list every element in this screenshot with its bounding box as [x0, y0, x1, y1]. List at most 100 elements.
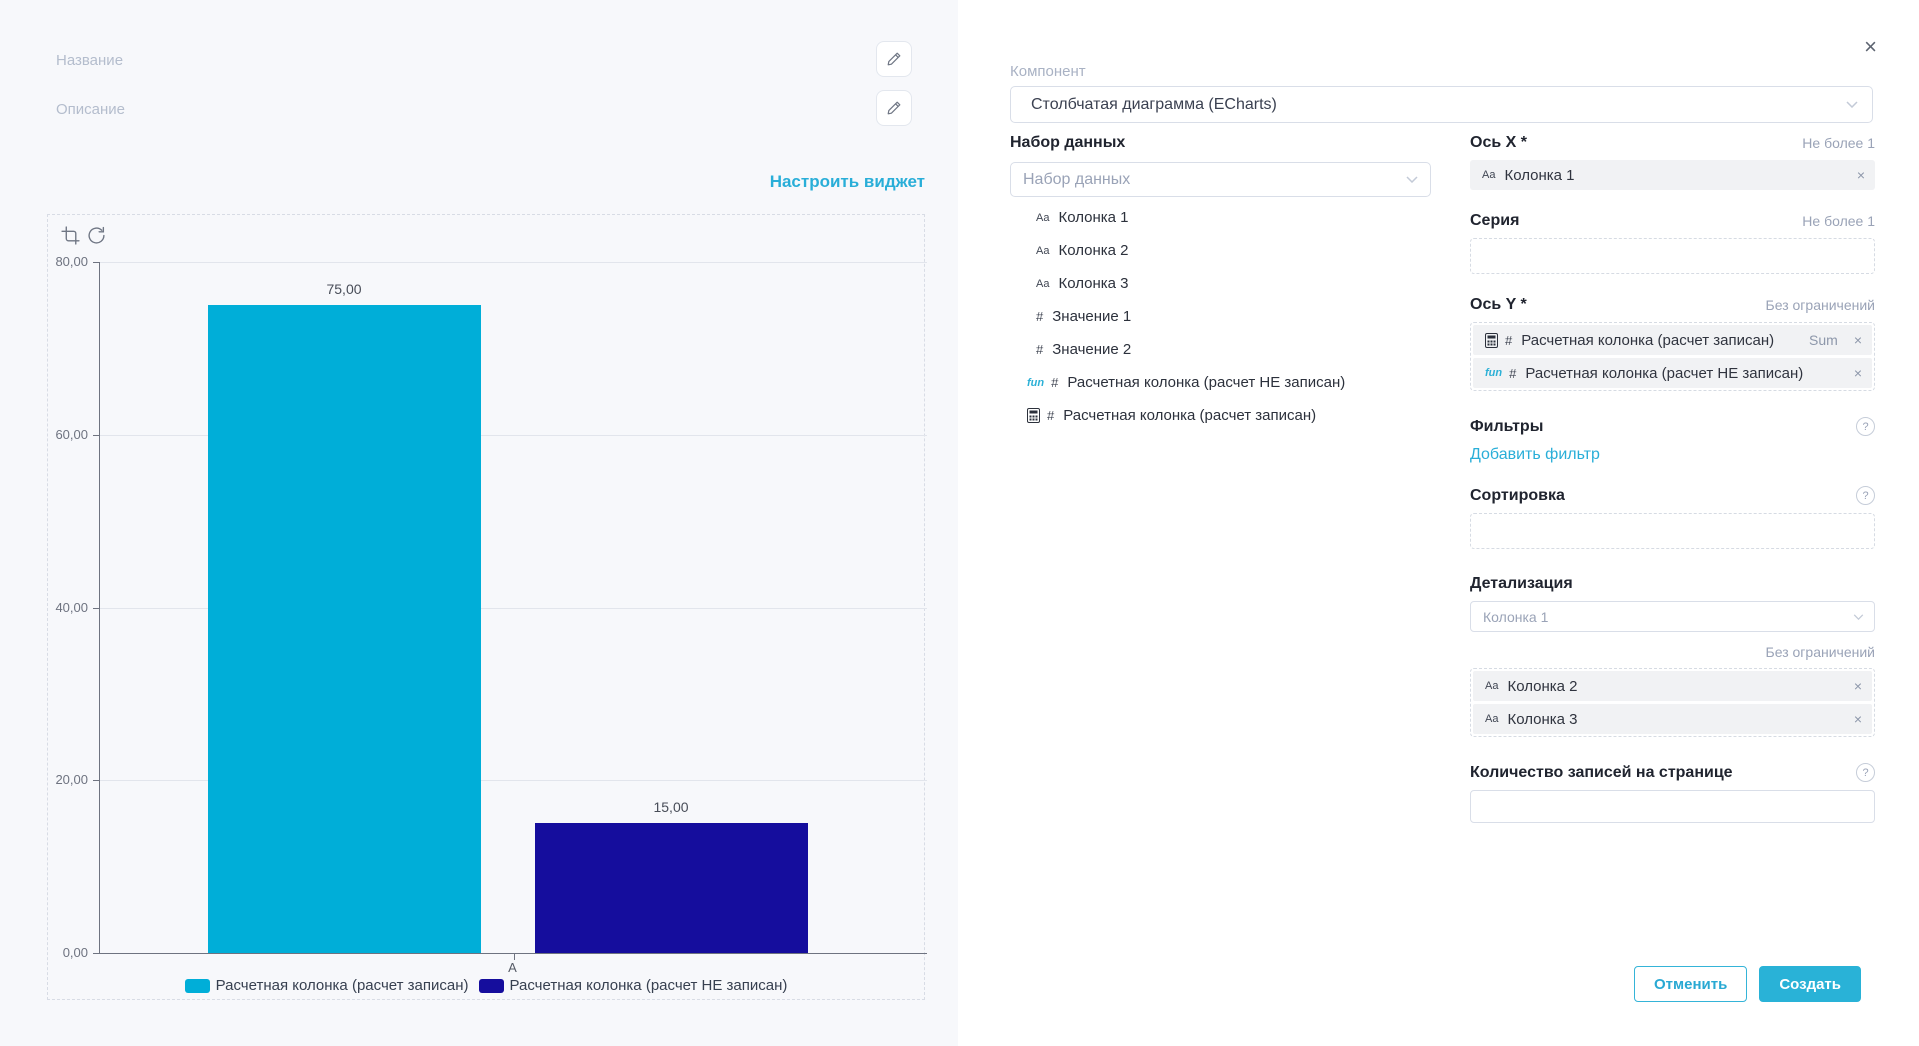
dataset-column-name: Значение 2 [1052, 341, 1131, 358]
y-axis-tick-label: 60,00 [38, 427, 88, 442]
y-axis-tick [93, 608, 99, 609]
aggregation-label[interactable]: Sum [1809, 332, 1838, 348]
formula-icon: fun [1485, 367, 1502, 379]
bar-value-label: 15,00 [653, 799, 688, 815]
component-value: Столбчатая диаграмма (ECharts) [1031, 96, 1277, 114]
configure-widget-link[interactable]: Настроить виджет [770, 172, 925, 192]
x-axis-category-label: A [99, 960, 926, 975]
dataset-column-item[interactable]: AaКолонка 2 [1010, 234, 1431, 267]
number-type-icon: # [1047, 408, 1054, 423]
chip-controls: × [1854, 365, 1862, 381]
remove-icon[interactable]: × [1854, 678, 1862, 694]
dataset-select-placeholder: Набор данных [1023, 171, 1130, 189]
dataset-column-item[interactable]: fun#Расчетная колонка (расчет НЕ записан… [1010, 366, 1431, 399]
remove-icon[interactable]: × [1857, 167, 1865, 183]
help-icon[interactable]: ? [1856, 486, 1875, 505]
dataset-column-item[interactable]: Aa Колонка 3 [1010, 267, 1431, 300]
data-zoom-icon[interactable] [61, 226, 80, 245]
dataset-column-name: Расчетная колонка (расчет НЕ записан) [1067, 374, 1345, 391]
page-size-label: Количество записей на странице [1470, 764, 1733, 782]
help-icon[interactable]: ? [1856, 417, 1875, 436]
bar-value-label: 75,00 [326, 281, 361, 297]
series-input[interactable] [1470, 238, 1875, 274]
text-type-icon: Aa [1036, 245, 1049, 257]
dataset-column-item[interactable]: #Значение 1 [1010, 300, 1431, 333]
bar-chart-plot: 80,0060,0040,0020,000,0075,0015,00 [99, 262, 927, 954]
create-button[interactable]: Создать [1759, 966, 1861, 1002]
add-filter-link[interactable]: Добавить фильтр [1470, 446, 1875, 464]
legend-swatch [479, 979, 504, 993]
y-axis-tick-label: 0,00 [38, 945, 88, 960]
y-axis-tick-label: 20,00 [38, 772, 88, 787]
chart-legend: Расчетная колонка (расчет записан) Расчет… [48, 977, 924, 994]
dataset-column-item[interactable]: Aa Колонка 1 [1010, 201, 1431, 234]
legend-label: Расчетная колонка (расчет записан) [216, 977, 469, 994]
chip-controls: × [1854, 711, 1862, 727]
legend-item[interactable]: Расчетная колонка (расчет НЕ записан) [479, 977, 788, 994]
detailing-limit: Без ограничений [1766, 644, 1875, 660]
calculator-icon [1027, 408, 1040, 423]
chart-options-section: Ось X * Не более 1 AaКолонка 1× Серия Не… [1470, 134, 1875, 823]
series-limit: Не более 1 [1802, 213, 1875, 229]
text-type-icon: Aa [1036, 278, 1049, 290]
page-size-input[interactable] [1470, 790, 1875, 823]
chevron-down-icon [1846, 101, 1858, 108]
series-label: Серия [1470, 212, 1519, 230]
chip-controls: × [1857, 167, 1865, 183]
chip-label: Колонка 3 [1507, 711, 1577, 728]
detailing-select[interactable]: Колонка 1 [1470, 601, 1875, 632]
sorting-label: Сортировка [1470, 487, 1565, 505]
chip-label: Расчетная колонка (расчет записан) [1521, 332, 1774, 349]
y-axis-tick [93, 780, 99, 781]
filters-label: Фильтры [1470, 418, 1543, 436]
bar-series-2[interactable] [535, 823, 808, 953]
dataset-column-item[interactable]: #Значение 2 [1010, 333, 1431, 366]
widget-settings-panel: × Компонент Столбчатая диаграмма (EChart… [958, 0, 1919, 1046]
widget-description-label: Описание [56, 101, 125, 118]
detailing-label: Детализация [1470, 575, 1573, 593]
field-chip: Aa Колонка 1 × [1470, 160, 1875, 190]
help-icon[interactable]: ? [1856, 763, 1875, 782]
field-chip: Aa Колонка 2 × [1473, 671, 1872, 701]
pencil-icon [886, 100, 902, 116]
text-type-icon: Aa [1482, 169, 1495, 181]
legend-label: Расчетная колонка (расчет НЕ записан) [510, 977, 788, 994]
component-select[interactable]: Столбчатая диаграмма (ECharts) [1010, 86, 1873, 123]
widget-preview-panel: Название Описание Настроить виджет 80,00… [0, 0, 958, 1046]
dataset-column-name: Колонка 1 [1058, 209, 1128, 226]
chip-label: Расчетная колонка (расчет НЕ записан) [1525, 365, 1803, 382]
chevron-down-icon [1406, 176, 1418, 183]
dataset-select[interactable]: Набор данных [1010, 162, 1431, 197]
text-type-icon: Aa [1485, 680, 1498, 692]
edit-name-button[interactable] [876, 41, 912, 77]
y-axis-tick [93, 262, 99, 263]
edit-description-button[interactable] [876, 90, 912, 126]
dataset-column-name: Колонка 3 [1058, 275, 1128, 292]
axis-y-limit: Без ограничений [1766, 297, 1875, 313]
cancel-button[interactable]: Отменить [1634, 966, 1747, 1002]
dataset-header: Набор данных [1010, 134, 1431, 152]
text-type-icon: Aa [1036, 212, 1049, 224]
y-axis-tick-label: 40,00 [38, 600, 88, 615]
restore-icon[interactable] [87, 226, 106, 245]
sorting-input[interactable] [1470, 513, 1875, 549]
chip-label: Колонка 1 [1504, 167, 1574, 184]
bar-series-1[interactable] [208, 305, 481, 953]
remove-icon[interactable]: × [1854, 365, 1862, 381]
field-chip: Aa Колонка 3 × [1473, 704, 1872, 734]
field-chip: #Расчетная колонка (расчет записан)Sum× [1473, 325, 1872, 355]
y-gridline [100, 262, 927, 263]
remove-icon[interactable]: × [1854, 711, 1862, 727]
chart-preview: 80,0060,0040,0020,000,0075,0015,00 A Рас… [47, 214, 925, 1000]
text-type-icon: Aa [1485, 713, 1498, 725]
detailing-field: Aa Колонка 2 × Aa Колонка 3 × [1470, 668, 1875, 737]
dataset-column-item[interactable]: #Расчетная колонка (расчет записан) [1010, 399, 1431, 432]
formula-icon: fun [1027, 377, 1044, 389]
detailing-select-value: Колонка 1 [1483, 609, 1548, 625]
y-axis-tick-label: 80,00 [38, 254, 88, 269]
close-icon[interactable]: × [1862, 34, 1879, 60]
axis-y-field: #Расчетная колонка (расчет записан)Sum×f… [1470, 322, 1875, 391]
legend-item[interactable]: Расчетная колонка (расчет записан) [185, 977, 469, 994]
chip-label: Колонка 2 [1507, 678, 1577, 695]
remove-icon[interactable]: × [1854, 332, 1862, 348]
